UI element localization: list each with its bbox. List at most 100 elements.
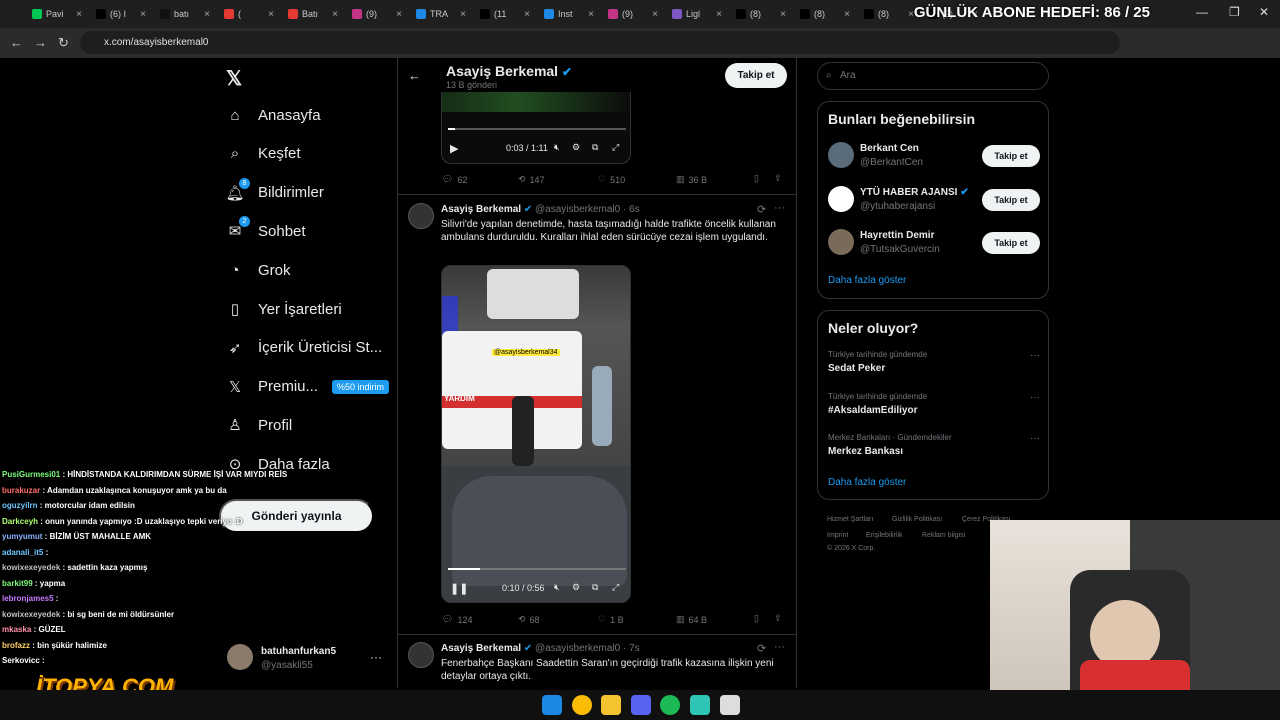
author-avatar[interactable] bbox=[408, 642, 434, 668]
nav-item-home[interactable]: ⌂ Anasayfa bbox=[226, 106, 320, 124]
trend-item[interactable]: Türkiye tarihinde gündemde Sedat Peker ··· bbox=[828, 350, 1040, 374]
tab-close-icon[interactable]: × bbox=[716, 9, 722, 20]
nav-item-bookmark[interactable]: ▯ Yer İşaretleri bbox=[226, 300, 342, 319]
more-icon[interactable]: ··· bbox=[774, 202, 785, 214]
nav-item-grok[interactable]: ◔ Grok bbox=[226, 261, 290, 279]
footer-link[interactable]: Erişilebilirlik bbox=[866, 532, 903, 539]
nav-item-bell[interactable]: 🔔︎ 8 Bildirimler bbox=[225, 177, 324, 202]
nav-item-x-logo[interactable]: 𝕏 Premiu... %50 indirim bbox=[226, 378, 390, 396]
retweet-button[interactable]: ⟲ 147 bbox=[518, 174, 545, 185]
retweet-button[interactable]: ⟲ 68 bbox=[518, 614, 540, 625]
browser-tab[interactable]: Ligl × bbox=[666, 3, 728, 25]
pause-icon[interactable]: ❚❚ bbox=[450, 582, 468, 595]
browser-tab[interactable]: (9) × bbox=[346, 3, 408, 25]
nav-item-person[interactable]: ♙ Profil bbox=[226, 416, 292, 435]
author-handle[interactable]: @asayisberkemal0 bbox=[535, 643, 620, 654]
mute-icon[interactable]: 🔇︎ bbox=[554, 142, 560, 153]
trend-item[interactable]: Türkiye tarihinde gündemde #AksaldamEdili… bbox=[828, 392, 1040, 416]
tab-close-icon[interactable]: × bbox=[460, 9, 466, 20]
author-handle[interactable]: @asayisberkemal0 bbox=[535, 204, 620, 215]
tab-close-icon[interactable]: × bbox=[588, 9, 594, 20]
browser-tab[interactable]: (× bbox=[218, 3, 280, 25]
pip-icon[interactable]: ⧉ bbox=[592, 582, 598, 593]
browser-tab[interactable]: Batı × bbox=[282, 3, 344, 25]
more-icon[interactable]: ··· bbox=[1030, 350, 1040, 361]
video-progress-track[interactable] bbox=[448, 568, 626, 570]
avatar[interactable] bbox=[828, 185, 854, 212]
grok-icon[interactable]: ⟳ bbox=[757, 203, 766, 216]
avatar[interactable] bbox=[828, 229, 854, 255]
browser-tab[interactable]: (8) × bbox=[794, 3, 856, 25]
minimize-icon[interactable]: — bbox=[1196, 5, 1208, 19]
views-button[interactable]: ▥ 36 B bbox=[676, 174, 707, 185]
suggested-account[interactable]: Berkant Cen @BerkantCen Takip et bbox=[828, 142, 1040, 172]
video-player[interactable]: YARDIM @asayisberkemal34 ❚❚ 0:10 / 0:56 … bbox=[441, 265, 631, 603]
tab-close-icon[interactable]: × bbox=[268, 9, 274, 20]
play-icon[interactable]: ▶ bbox=[450, 142, 458, 155]
pip-icon[interactable]: ⧉ bbox=[592, 142, 598, 153]
fullscreen-icon[interactable]: ⤢ bbox=[612, 142, 619, 153]
browser-tab[interactable]: (11 × bbox=[474, 3, 536, 25]
forward-icon[interactable]: → bbox=[34, 35, 47, 50]
close-icon[interactable]: ✕ bbox=[1259, 5, 1269, 19]
browser-tab[interactable]: (9) × bbox=[602, 3, 664, 25]
tab-close-icon[interactable]: × bbox=[204, 9, 210, 20]
reply-button[interactable]: 💬︎ 62 bbox=[442, 174, 467, 185]
browser-tab[interactable]: (6) I × bbox=[90, 3, 152, 25]
tweet-time[interactable]: · 7s bbox=[623, 643, 640, 654]
browser-tab[interactable]: Pavi × bbox=[26, 3, 88, 25]
tab-close-icon[interactable]: × bbox=[76, 9, 82, 20]
url-field[interactable]: x.com/asayisberkemal0 bbox=[80, 31, 1120, 54]
follow-button[interactable]: Takip et bbox=[725, 63, 787, 88]
views-button[interactable]: ▥ 64 B bbox=[676, 614, 707, 625]
more-icon[interactable]: ··· bbox=[774, 641, 785, 653]
follow-button[interactable]: Takip et bbox=[982, 232, 1040, 254]
fullscreen-icon[interactable]: ⤢ bbox=[612, 582, 619, 593]
settings-icon[interactable]: ⚙ bbox=[572, 582, 580, 593]
footer-link[interactable]: © 2026 X Corp. bbox=[827, 545, 875, 552]
browser-tab[interactable]: (8) × bbox=[858, 3, 920, 25]
share-icon[interactable]: ⇪ bbox=[774, 613, 782, 624]
maximize-icon[interactable]: ❐ bbox=[1229, 5, 1240, 19]
search-input[interactable]: ⌕ Ara bbox=[817, 62, 1049, 90]
reply-button[interactable]: 💬︎ 124 bbox=[442, 614, 472, 625]
browser-tab[interactable]: (8) × bbox=[730, 3, 792, 25]
spotify-icon[interactable] bbox=[660, 695, 680, 715]
avatar[interactable] bbox=[828, 142, 854, 168]
follow-button[interactable]: Takip et bbox=[982, 145, 1040, 167]
tab-close-icon[interactable]: × bbox=[140, 9, 146, 20]
app-icon[interactable] bbox=[690, 695, 710, 715]
bookmark-icon[interactable]: ▯ bbox=[754, 173, 759, 184]
nav-item-chat[interactable]: ✉ 2 Sohbet bbox=[226, 216, 306, 240]
more-icon[interactable]: ··· bbox=[1030, 433, 1040, 444]
suggested-account[interactable]: YTÜ HABER AJANSI ✔ @ytuhaberajansi Takip et bbox=[828, 185, 1040, 216]
follow-button[interactable]: Takip et bbox=[982, 188, 1040, 211]
discord-icon[interactable] bbox=[631, 695, 651, 715]
video-player[interactable]: ▶ 0:03 / 1:11 🔇︎ ⚙ ⧉ ⤢ bbox=[441, 92, 631, 164]
tab-close-icon[interactable]: × bbox=[844, 9, 850, 20]
share-icon[interactable]: ⇪ bbox=[774, 173, 782, 184]
author-name[interactable]: Asayiş Berkemal bbox=[441, 204, 521, 215]
author-avatar[interactable] bbox=[408, 203, 434, 229]
back-arrow-icon[interactable]: ← bbox=[408, 68, 421, 83]
suggested-account[interactable]: Hayrettin Demir @TutsakGuvercin Takip et bbox=[828, 229, 1040, 259]
nav-item-rocket[interactable]: ➶ İçerik Üreticisi St... bbox=[226, 339, 382, 357]
more-icon[interactable]: ··· bbox=[1030, 392, 1040, 403]
grok-icon[interactable]: ⟳ bbox=[757, 642, 766, 655]
tab-close-icon[interactable]: × bbox=[524, 9, 530, 20]
like-button[interactable]: ♡ 1 B bbox=[598, 614, 624, 625]
back-icon[interactable]: ← bbox=[10, 35, 23, 50]
video-progress-track[interactable] bbox=[448, 128, 626, 130]
like-button[interactable]: ♡ 510 bbox=[598, 174, 625, 185]
browser-tab[interactable]: Inst × bbox=[538, 3, 600, 25]
footer-link[interactable]: Hizmet Şartları bbox=[827, 516, 873, 523]
nav-item-search[interactable]: ⌕ Keşfet bbox=[226, 145, 301, 163]
show-more-link[interactable]: Daha fazla göster bbox=[828, 477, 906, 488]
start-icon[interactable] bbox=[542, 695, 562, 715]
trend-item[interactable]: Merkez Bankaları · Gündemdekiler Merkez B… bbox=[828, 433, 1040, 457]
settings-icon[interactable]: ⚙ bbox=[572, 142, 580, 153]
tab-close-icon[interactable]: × bbox=[652, 9, 658, 20]
footer-link[interactable]: Reklam bilgisi bbox=[922, 532, 965, 539]
tab-close-icon[interactable]: × bbox=[332, 9, 338, 20]
chrome-icon[interactable] bbox=[572, 695, 592, 715]
